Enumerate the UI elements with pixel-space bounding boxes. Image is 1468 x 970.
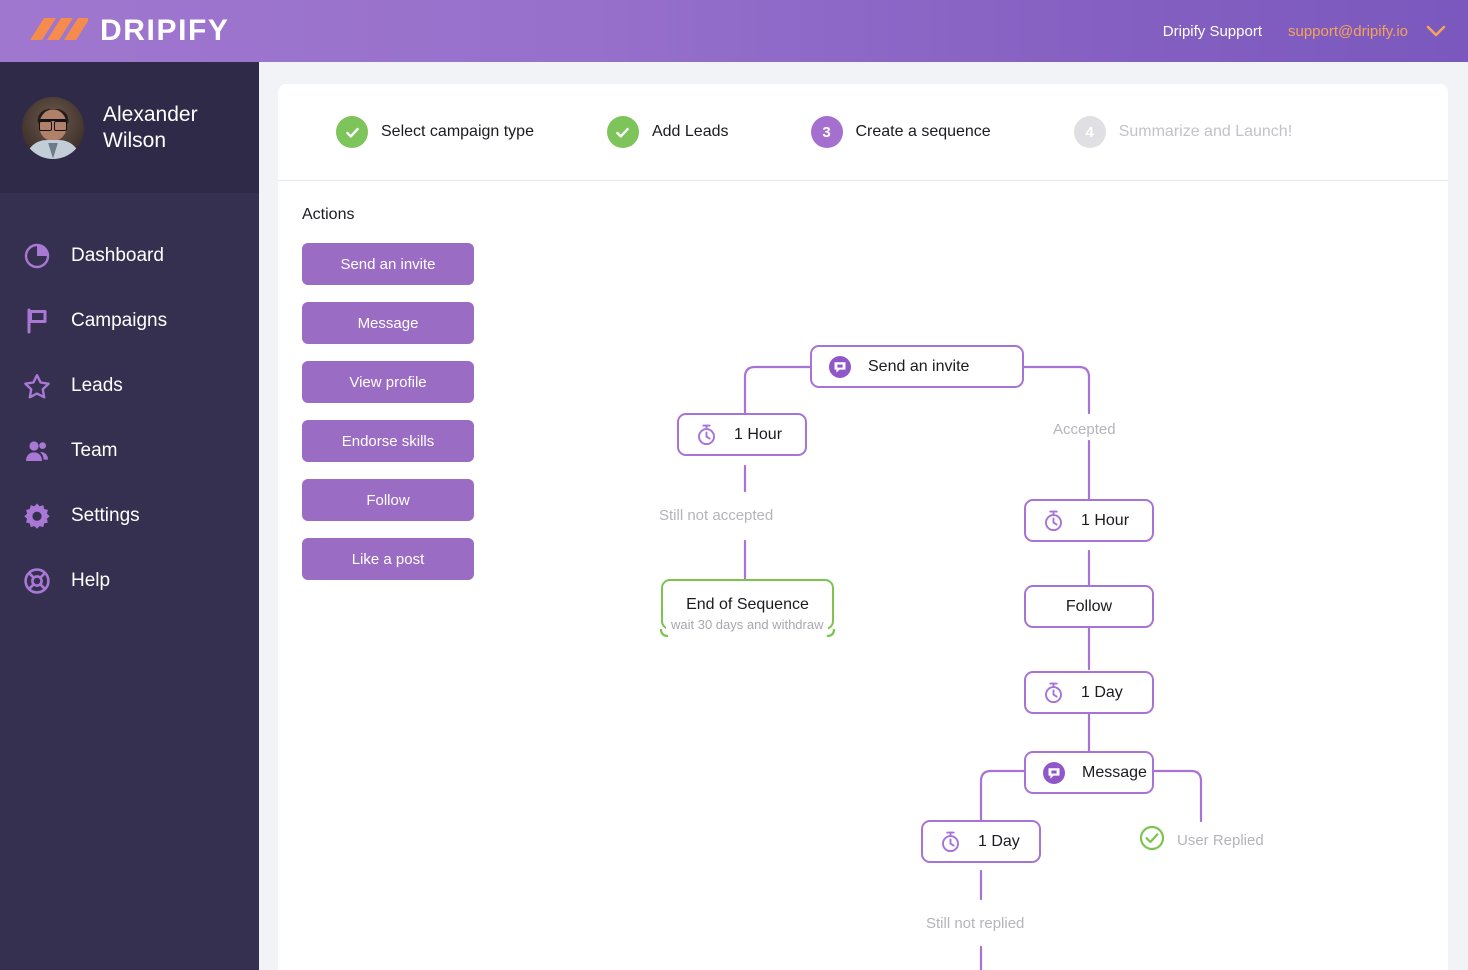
- flow-label-user-replied: User Replied: [1139, 825, 1264, 856]
- check-icon: [336, 116, 368, 148]
- flow-node-label: 1 Hour: [734, 425, 783, 443]
- flow-label-still-not-accepted: Still not accepted: [659, 507, 774, 524]
- message-bubble-icon: [1042, 761, 1066, 785]
- stopwatch-icon: [695, 423, 718, 446]
- support-name: Dripify Support: [1162, 22, 1262, 40]
- flow-node-wait-1-hour-right[interactable]: 1 Hour: [1024, 499, 1154, 542]
- sidebar-item-label: Leads: [71, 374, 123, 396]
- flag-icon: [22, 306, 52, 336]
- flow-node-send-an-invite[interactable]: Send an invite: [810, 345, 1024, 388]
- sidebar-nav: Dashboard Campaigns Leads Team Settings …: [0, 193, 259, 613]
- main-card: Select campaign type Add Leads 3 Create …: [278, 84, 1448, 970]
- user-replied-text: User Replied: [1177, 832, 1264, 849]
- flow-label-still-not-replied: Still not replied: [926, 915, 1025, 932]
- star-icon: [22, 371, 52, 401]
- stopwatch-icon: [1042, 681, 1065, 704]
- flow-node-end-of-sequence-subtitle: wait 30 days and withdraw: [666, 617, 829, 632]
- people-icon: [22, 436, 52, 466]
- flow-node-wait-1-day-right[interactable]: 1 Day: [1024, 671, 1154, 714]
- sidebar-item-dashboard[interactable]: Dashboard: [0, 223, 259, 288]
- brand-name: DRIPIFY: [100, 14, 230, 47]
- step-label: Summarize and Launch!: [1118, 123, 1293, 140]
- flow-node-label: Send an invite: [868, 357, 970, 375]
- flow-node-label: Message: [1082, 763, 1147, 781]
- flow-node-label: 1 Hour: [1081, 511, 1130, 529]
- check-circle-outline-icon: [1139, 825, 1165, 856]
- dripify-slashes-logo-icon: [30, 16, 90, 47]
- step-create-a-sequence[interactable]: 3 Create a sequence: [810, 116, 991, 148]
- profile-name: Alexander Wilson: [103, 102, 198, 152]
- step-number-badge: 4: [1073, 116, 1106, 148]
- step-number-badge: 3: [810, 116, 843, 148]
- message-bubble-icon: [828, 355, 852, 379]
- stopwatch-icon: [939, 830, 962, 853]
- sidebar-item-campaigns[interactable]: Campaigns: [0, 288, 259, 353]
- step-add-leads[interactable]: Add Leads: [606, 116, 729, 148]
- sequence-flow-canvas: Send an invite 1 Hour Still not accepted: [278, 181, 1448, 970]
- chevron-down-icon[interactable]: [1426, 24, 1446, 38]
- topbar-right: Dripify Support support@dripify.io: [1163, 23, 1446, 40]
- brand[interactable]: DRIPIFY: [30, 14, 230, 48]
- sidebar-item-help[interactable]: Help: [0, 548, 259, 613]
- sidebar-item-label: Settings: [71, 504, 140, 526]
- flow-node-label: Follow: [1065, 597, 1113, 615]
- avatar: [22, 96, 84, 159]
- sidebar-item-label: Dashboard: [71, 244, 164, 266]
- sidebar-item-label: Team: [71, 439, 118, 461]
- check-icon: [606, 116, 639, 148]
- sidebar-item-label: Help: [71, 569, 111, 591]
- flow-node-follow[interactable]: Follow: [1024, 585, 1154, 628]
- flow-node-message[interactable]: Message: [1024, 751, 1154, 794]
- lifebuoy-icon: [22, 566, 52, 596]
- wizard-stepper: Select campaign type Add Leads 3 Create …: [278, 84, 1448, 181]
- flow-node-label: 1 Day: [1081, 683, 1123, 701]
- pie-chart-icon: [22, 241, 52, 271]
- sidebar-item-label: Campaigns: [71, 309, 168, 331]
- step-label: Create a sequence: [855, 123, 991, 140]
- step-label: Add Leads: [651, 123, 729, 140]
- flow-node-wait-1-day-bottom[interactable]: 1 Day: [921, 820, 1041, 863]
- step-summarize-and-launch[interactable]: 4 Summarize and Launch!: [1073, 116, 1293, 148]
- step-select-campaign-type[interactable]: Select campaign type: [336, 116, 534, 148]
- app-root: DRIPIFY Dripify Support support@dripify.…: [0, 0, 1468, 970]
- stopwatch-icon: [1042, 509, 1065, 532]
- top-bar: DRIPIFY Dripify Support support@dripify.…: [0, 0, 1468, 62]
- sidebar-profile[interactable]: Alexander Wilson: [0, 62, 259, 193]
- support-email[interactable]: support@dripify.io: [1288, 23, 1408, 40]
- flow-node-label: End of Sequence: [686, 595, 809, 613]
- sidebar: Alexander Wilson Dashboard Campaigns Lea…: [0, 62, 259, 970]
- flow-connectors: [659, 365, 1203, 970]
- gear-icon: [22, 501, 52, 531]
- flow-label-accepted: Accepted: [1053, 421, 1116, 438]
- flow-node-wait-1-hour-left[interactable]: 1 Hour: [677, 413, 807, 456]
- sidebar-item-settings[interactable]: Settings: [0, 483, 259, 548]
- sidebar-item-leads[interactable]: Leads: [0, 353, 259, 418]
- sidebar-item-team[interactable]: Team: [0, 418, 259, 483]
- flow-node-label: 1 Day: [978, 832, 1020, 850]
- step-label: Select campaign type: [381, 123, 534, 140]
